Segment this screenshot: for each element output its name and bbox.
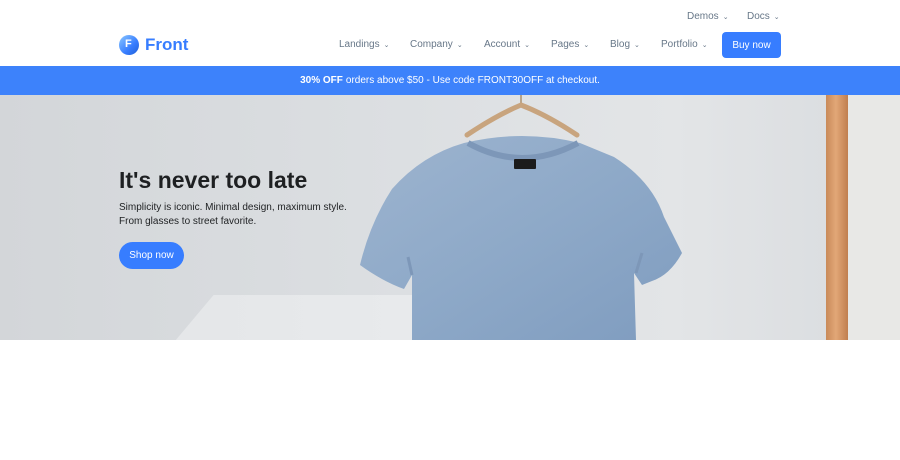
door-frame-image — [826, 95, 848, 340]
chevron-down-icon: ⌄ — [583, 42, 590, 49]
hero-subtitle-line: From glasses to street favorite. — [119, 216, 257, 227]
brand-logo[interactable]: Front — [119, 34, 188, 56]
header: Front Landings⌄ Company⌄ Account⌄ Pages⌄… — [0, 32, 900, 66]
promo-banner: 30% OFF orders above $50 - Use code FRON… — [0, 66, 900, 95]
promo-highlight: 30% OFF — [300, 75, 343, 86]
chevron-down-icon: ⌄ — [456, 42, 463, 49]
tshirt-image — [360, 136, 682, 340]
nav-item-label: Company — [410, 39, 453, 50]
logo-icon — [119, 35, 139, 55]
chevron-down-icon: ⌄ — [701, 42, 708, 49]
nav-item-portfolio[interactable]: Portfolio ⌄ — [661, 39, 708, 50]
nav-item-label: Pages — [551, 39, 580, 50]
hero-subtitle: Simplicity is iconic. Minimal design, ma… — [119, 201, 379, 229]
nav-item-account[interactable]: Account ⌄ — [484, 39, 530, 50]
nav-item-label: Landings — [339, 39, 380, 50]
chevron-down-icon: ⌄ — [634, 42, 640, 49]
nav-item-label: Blog — [610, 39, 631, 50]
hero-title: It's never too late — [119, 167, 308, 193]
demos-link[interactable]: Demos ⌄ — [687, 11, 729, 22]
nav-item-pages[interactable]: Pages ⌄ — [551, 39, 589, 50]
nav-item-landings[interactable]: Landings ⌄ — [339, 39, 389, 50]
nav-item-label: Account — [484, 39, 521, 50]
top-bar: Demos ⌄ Docs ⌄ — [0, 0, 900, 32]
logo-text: Front — [145, 35, 189, 54]
docs-link[interactable]: Docs ⌄ — [747, 11, 780, 22]
demos-label: Demos — [687, 11, 719, 22]
wall-image — [848, 95, 900, 340]
shop-now-button[interactable]: Shop now — [119, 242, 184, 269]
nav-item-blog[interactable]: Blog ⌄ — [610, 39, 640, 50]
docs-label: Docs — [747, 11, 770, 22]
nav-item-label: Portfolio — [661, 39, 698, 50]
buy-now-button[interactable]: Buy now — [722, 32, 781, 58]
chevron-down-icon: ⌄ — [722, 14, 729, 21]
nav-item-company[interactable]: Company ⌄ — [410, 39, 463, 50]
hero-subtitle-line: Simplicity is iconic. Minimal design, ma… — [119, 202, 347, 213]
hero-section: It's never too late Simplicity is iconic… — [0, 95, 900, 340]
promo-text: orders above $50 - Use code FRONT30OFF a… — [345, 75, 600, 86]
chevron-down-icon: ⌄ — [524, 42, 531, 49]
chevron-down-icon: ⌄ — [773, 14, 780, 21]
chevron-down-icon: ⌄ — [383, 42, 390, 49]
